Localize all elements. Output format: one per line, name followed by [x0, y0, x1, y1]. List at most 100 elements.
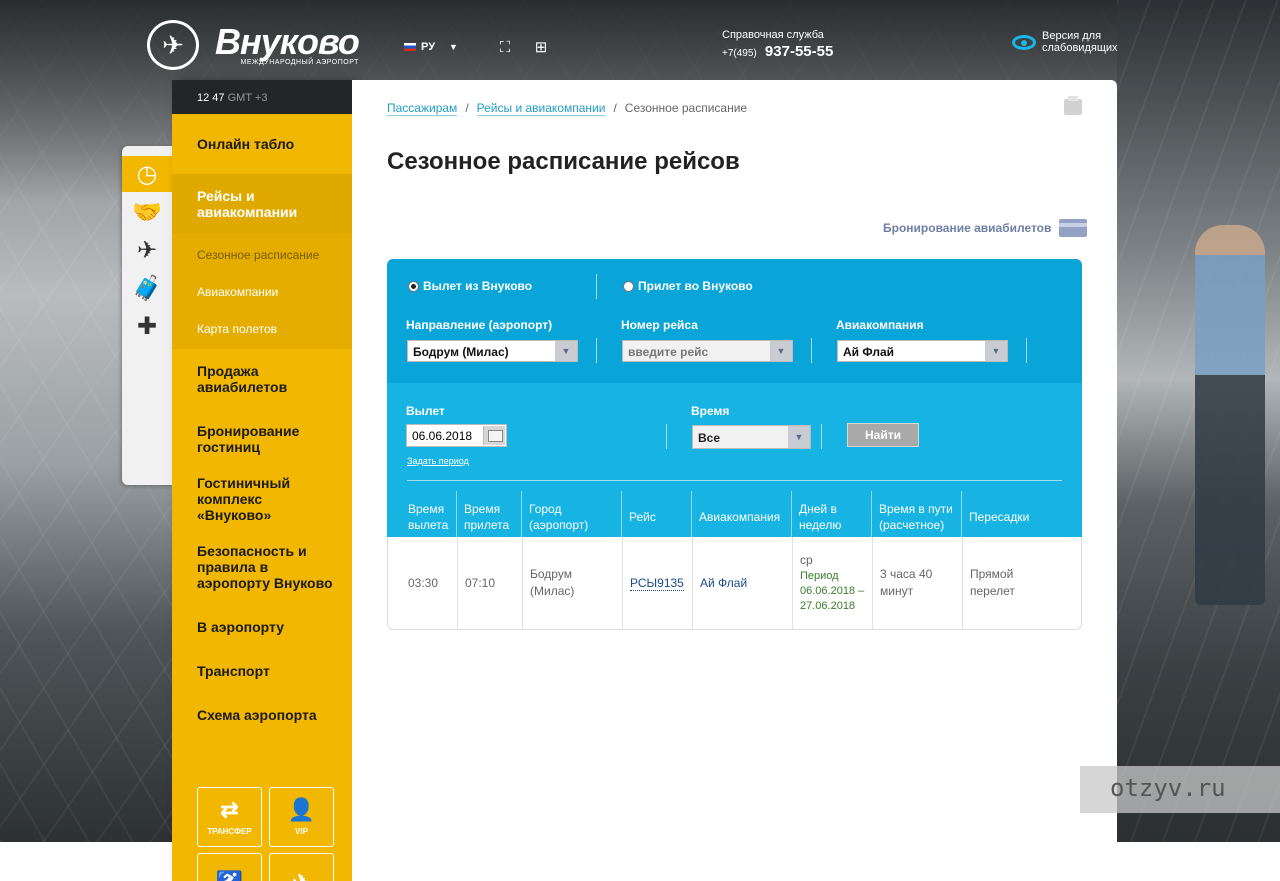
- cell-flight: РСЫ9135: [622, 537, 692, 629]
- set-period-link[interactable]: Задать период: [407, 456, 469, 466]
- sidebar-item-label: Схема аэропорта: [197, 707, 317, 723]
- chevron-down-icon: ▼: [555, 341, 577, 361]
- col-airline: Авиакомпания: [691, 491, 791, 537]
- clock-icon[interactable]: ◷: [122, 156, 172, 192]
- direction-select[interactable]: Бодрум (Милас) ▼: [407, 340, 578, 362]
- sidebar-submenu: Сезонное расписание Авиакомпании Карта п…: [172, 234, 352, 349]
- sidebar-item-label: Транспорт: [197, 663, 270, 679]
- radio-departure[interactable]: Вылет из Внуково: [408, 279, 532, 293]
- credit-card-icon: [1059, 219, 1088, 237]
- sidebar-item-ticket-sales[interactable]: Продажа авиабилетов: [172, 349, 352, 409]
- sidebar-item-at-airport[interactable]: В аэропорту: [172, 605, 352, 649]
- col-city: Город (аэропорт): [521, 491, 621, 537]
- breadcrumb-passengers[interactable]: Пассажирам: [387, 101, 458, 116]
- accessibility-version-link[interactable]: Версия для слабовидящих: [1012, 30, 1118, 54]
- handshake-icon[interactable]: 🤝: [122, 194, 172, 230]
- date-value: 06.06.2018: [412, 429, 473, 443]
- person-icon: 👤: [287, 796, 316, 822]
- time-select[interactable]: Все ▼: [692, 425, 811, 449]
- period-value: 06.06.2018 – 27.06.2018: [800, 585, 865, 612]
- flight-link[interactable]: РСЫ9135: [630, 575, 684, 591]
- col-dep-time: Время вылета: [408, 501, 449, 532]
- direction-label: Направление (аэропорт): [406, 318, 553, 332]
- bird-logo-icon: ✈: [147, 20, 199, 70]
- sidebar-item-hotel-booking[interactable]: Бронирование гостиниц: [172, 409, 352, 469]
- sidebar-item-security[interactable]: Безопасность и правила в аэропорту Внуко…: [172, 529, 352, 605]
- vip-tile[interactable]: 👤 VIP: [269, 787, 334, 847]
- accessibility-line1: Версия для: [1042, 30, 1102, 42]
- col-flight: Рейс: [621, 491, 691, 537]
- luggage-icon[interactable]: 🧳: [122, 270, 172, 306]
- sidebar-item-transport[interactable]: Транспорт: [172, 649, 352, 693]
- sidebar-item-label: В аэропорту: [197, 619, 284, 635]
- eye-icon: [1012, 34, 1036, 50]
- help-label: Справочная служба: [722, 29, 824, 41]
- tile-label: VIP: [295, 826, 308, 836]
- russian-flag-icon: [404, 43, 416, 51]
- direction-value: Бодрум (Милас): [413, 345, 509, 359]
- col-transfers: Пересадки: [961, 491, 1082, 537]
- transfer-tile[interactable]: ⇄ ТРАНСФЕР: [197, 787, 262, 847]
- table-header: Время вылета Время прилета Город (аэропо…: [387, 491, 1082, 537]
- sidebar-item-online-board[interactable]: Онлайн табло: [172, 114, 352, 174]
- flight-number-input[interactable]: введите рейс ▼: [622, 340, 793, 362]
- phone-number[interactable]: 937-55-55: [765, 43, 833, 60]
- sidebar-subitem-airlines[interactable]: Авиакомпании: [172, 273, 352, 310]
- col-days: Дней в неделю: [791, 491, 871, 537]
- background-person: [1195, 225, 1265, 605]
- sidebar: 12 47 GMT +3 Онлайн табло Рейсы и авиако…: [172, 80, 352, 881]
- sidebar-item-flights-airlines[interactable]: Рейсы и авиакомпании: [172, 174, 352, 234]
- schedule-table: Время вылета Время прилета Город (аэропо…: [387, 491, 1082, 630]
- sidebar-item-hotel-complex[interactable]: Гостиничный комплекс «Внуково»: [172, 469, 352, 529]
- cell-city: Бодрум (Милас): [522, 537, 622, 629]
- help-phone: Справочная служба +7(495) 937-55-55: [722, 29, 833, 60]
- airplane-circle-icon[interactable]: ✈: [122, 232, 172, 268]
- chevron-down-icon: ▼: [788, 426, 810, 448]
- logo-name: Внуково: [215, 20, 360, 62]
- passenger-tile[interactable]: ♿: [197, 853, 262, 881]
- first-aid-kit-icon[interactable]: ✚: [122, 308, 172, 344]
- cell-dep-time: 03:30: [408, 575, 439, 590]
- section-icon-strip: ◷ 🤝 ✈ 🧳 ✚: [122, 146, 174, 485]
- calendar-icon[interactable]: [483, 426, 505, 445]
- time-label: Время: [691, 404, 730, 418]
- cell-days: ср Период 06.06.2018 – 27.06.2018: [792, 537, 872, 629]
- printer-icon[interactable]: [1064, 96, 1082, 115]
- sidebar-subitem-flight-map[interactable]: Карта полетов: [172, 310, 352, 347]
- chevron-down-icon: ▼: [449, 42, 458, 52]
- clock-timezone: GMT +3: [227, 92, 268, 104]
- clock-time: 12 47: [197, 92, 225, 104]
- sidebar-item-label: Онлайн табло: [197, 136, 295, 152]
- days-value: ср: [800, 553, 813, 567]
- sidebar-item-label: Гостиничный комплекс «Внуково»: [197, 475, 291, 523]
- page-title: Сезонное расписание рейсов: [387, 148, 740, 175]
- radio-departure-label: Вылет из Внуково: [423, 279, 533, 293]
- chevron-down-icon: ▼: [985, 341, 1007, 361]
- airline-label: Авиакомпания: [836, 318, 924, 332]
- airport-logo[interactable]: ✈ Внуково МЕЖДУНАРОДНЫЙ АЭРОПОРТ: [147, 20, 360, 70]
- chevron-down-icon: ▼: [770, 341, 792, 361]
- date-label: Вылет: [406, 404, 445, 418]
- plane-tile[interactable]: ✈: [269, 853, 334, 881]
- schedule-search-panel: Вылет из Внуково Прилет во Внуково Напра…: [387, 259, 1082, 630]
- radio-checked-icon: [408, 280, 419, 292]
- airline-value: Ай Флай: [843, 345, 894, 359]
- sitemap-icon[interactable]: ⊞: [533, 40, 549, 56]
- date-input[interactable]: 06.06.2018: [406, 424, 507, 447]
- breadcrumb-flights-airlines[interactable]: Рейсы и авиакомпании: [476, 101, 606, 116]
- sidebar-item-airport-map[interactable]: Схема аэропорта: [172, 693, 352, 737]
- cell-airline: Ай Флай: [692, 537, 792, 629]
- gallery-icon[interactable]: ⛶: [497, 40, 513, 56]
- cell-arr-time: 07:10: [457, 537, 522, 629]
- tile-label: ТРАНСФЕР: [207, 826, 252, 836]
- sidebar-subitem-seasonal-schedule[interactable]: Сезонное расписание: [172, 236, 352, 273]
- airplane-icon: ✈: [292, 872, 310, 881]
- airline-select[interactable]: Ай Флай ▼: [837, 340, 1008, 362]
- radio-unchecked-icon: [623, 280, 634, 292]
- ticket-booking-link[interactable]: Бронирование авиабилетов: [883, 219, 1088, 237]
- find-button[interactable]: Найти: [847, 423, 919, 447]
- language-selector[interactable]: РУ ▼: [404, 41, 458, 53]
- radio-arrival[interactable]: Прилет во Внуково: [623, 279, 753, 293]
- time-value: Все: [698, 431, 721, 445]
- col-arr-time: Время прилета: [456, 491, 521, 537]
